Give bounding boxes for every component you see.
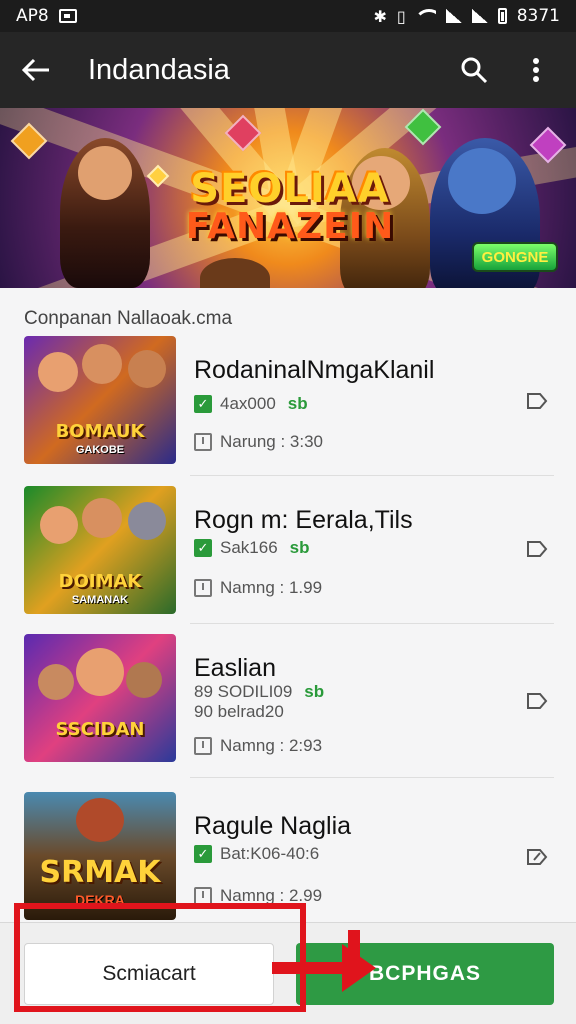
game-rating: Namng : 2:93 [220,736,323,755]
game-rating: Narung : 3:30 [220,432,324,451]
game-size-row: ✓ Bat:K06-40:6 [194,844,319,864]
game-size-unit: sb [287,394,308,413]
signal-icon-2 [471,9,488,23]
status-time: 8371 [516,6,560,26]
hero-face [78,146,132,200]
banner-badge: GONGNE [472,242,558,272]
thumbnail-title: BOMAUK [55,421,145,442]
tag-icon[interactable] [526,392,548,410]
banner-title-line2: FANAZEIN [185,206,395,247]
check-icon: ✓ [194,395,212,413]
divider [190,777,554,778]
character-face [126,662,162,698]
game-rating-row: Namng : 1.99 [194,578,322,598]
tag-icon[interactable] [526,540,548,558]
back-arrow-icon[interactable] [20,54,52,86]
search-icon[interactable] [454,50,494,90]
featured-banner[interactable]: SEOLIAA FANAZEIN GONGNE [0,108,576,288]
game-thumbnail: DOIMAK SAMANAK [24,486,176,614]
game-size-row: ✓ Sak166 sb [194,538,310,558]
more-vert-icon[interactable] [516,50,556,90]
game-name: Ragule Naglia [194,812,352,840]
game-size: 4ax000 [220,394,276,413]
battery-icon [497,8,507,24]
banner-title: SEOLIAA FANAZEIN [140,166,440,247]
character-face [82,344,122,384]
character-face [38,664,74,700]
game-size: Bat:K06-40:6 [220,844,320,863]
game-rating-row: Narung : 3:30 [194,432,323,452]
section-title: Conpanan Nallaoak.cma [24,308,233,329]
bluetooth-icon: ✱ [373,6,387,26]
character-face [76,798,124,842]
game-thumbnail: SRMAK DEKRA [24,792,176,920]
status-bar: AP8 ✱ ▯ 8371 [0,0,576,32]
check-icon: ✓ [194,845,212,863]
edit-tag-icon[interactable] [526,848,548,866]
game-rating: Namng : 1.99 [220,578,323,597]
list-item[interactable]: DOIMAK SAMANAK Rogn m: Eerala,Tils ✓ Sak… [24,486,554,616]
game-size-row: ✓ 4ax000 sb [194,394,308,414]
image-notification-icon [58,9,77,23]
game-size-row-2: 90 belrad20 [194,702,284,722]
divider [190,475,554,476]
game-size: Sak166 [220,538,278,557]
character-face [128,350,166,388]
thumbnail-title: DOIMAK [58,571,142,592]
character-face [40,506,78,544]
game-list: Conpanan Nallaoak.cma BOMAUK GAKOBE Roda… [0,288,576,922]
character-face [38,352,78,392]
signal-icon [445,9,462,23]
character-face [82,498,122,538]
thumbnail-subtitle: GAKOBE [75,444,125,456]
game-name: Rogn m: Eerala,Tils [194,506,413,534]
app-bar: Indandasia [0,32,576,108]
divider [190,623,554,624]
game-name: Easlian [194,654,276,682]
highlight-annotation-box [14,903,306,1012]
clock-icon [194,737,212,755]
thumbnail-title: SRMAK [39,855,161,890]
game-thumbnail: SSCIDAN [24,634,176,762]
hero-minion-image [200,258,270,288]
list-item[interactable]: BOMAUK GAKOBE RodaninalNmgaKlanil ✓ 4ax0… [24,336,554,466]
clock-icon [194,579,212,597]
thumbnail-subtitle: SAMANAK [71,594,129,606]
game-size-unit: sb [289,538,310,557]
app-title: Indandasia [88,53,230,86]
character-face [128,502,166,540]
game-size-line2: 90 belrad20 [194,702,284,721]
check-icon: ✓ [194,539,212,557]
wifi-icon [415,9,436,23]
character-face [76,648,124,696]
annotation-arrow-icon [272,930,376,992]
game-size-unit: sb [304,682,325,701]
game-size-row: 89 SODILI09 sb [194,682,324,702]
thumbnail-title: SSCIDAN [55,719,145,740]
vibrate-icon: ▯ [396,6,406,26]
hero-face [448,148,516,214]
game-name: RodaninalNmgaKlanil [194,356,435,384]
tag-icon[interactable] [526,692,548,710]
game-thumbnail: BOMAUK GAKOBE [24,336,176,464]
status-left-text: AP8 [16,6,49,26]
list-item[interactable]: SSCIDAN Easlian 89 SODILI09 sb 90 belrad2… [24,634,554,764]
game-size: 89 SODILI09 [194,682,293,701]
clock-icon [194,433,212,451]
game-rating-row: Namng : 2:93 [194,736,322,756]
